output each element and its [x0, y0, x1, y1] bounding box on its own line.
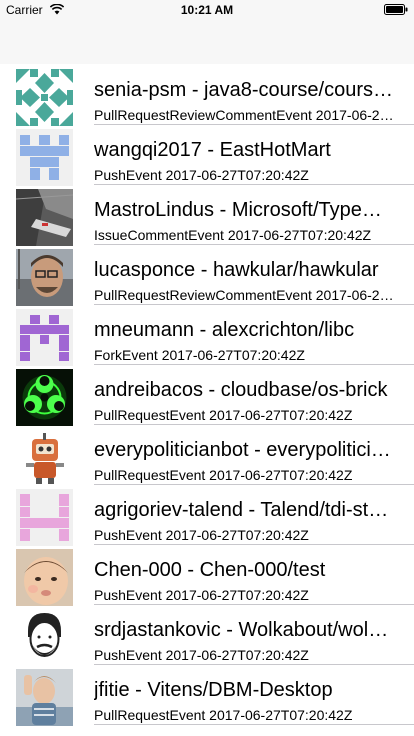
event-row[interactable]: lucasponce - hawkular/hawkular PullReque… — [0, 244, 414, 306]
event-row[interactable]: mneumann - alexcrichton/libc ForkEvent 2… — [0, 304, 414, 366]
status-bar: Carrier 10:21 AM — [0, 0, 414, 20]
avatar — [16, 549, 73, 606]
avatar — [16, 129, 73, 186]
event-row[interactable]: Chen-000 - Chen-000/test PushEvent 2017-… — [0, 544, 414, 606]
event-row[interactable]: srdjastankovic - Wolkabout/wolkabout Pus… — [0, 604, 414, 666]
event-subtitle: PullRequestReviewCommentEvent 2017-06-27… — [94, 287, 394, 303]
everypoliticianbot-avatar — [16, 429, 73, 486]
lucasponce-avatar — [16, 249, 73, 306]
chen-000-avatar — [16, 549, 73, 606]
avatar — [16, 309, 73, 366]
event-subtitle: PullRequestReviewCommentEvent 2017-06-27… — [94, 107, 394, 123]
navigation-bar — [0, 20, 414, 64]
avatar — [16, 489, 73, 546]
event-subtitle: PushEvent 2017-06-27T07:20:42Z — [94, 167, 309, 183]
mastrolindus-avatar — [16, 189, 73, 246]
status-time: 10:21 AM — [180, 3, 234, 17]
avatar — [16, 69, 73, 126]
agrigoriev-talend-avatar — [16, 489, 73, 546]
event-subtitle: ForkEvent 2017-06-27T07:20:42Z — [94, 347, 305, 363]
event-row[interactable]: MastroLindus - Microsoft/TypeScript Issu… — [0, 184, 414, 246]
avatar — [16, 369, 73, 426]
wangqi2017-avatar — [16, 129, 73, 186]
event-row[interactable]: jfitie - Vitens/DBM-Desktop PullRequestE… — [0, 664, 414, 726]
event-subtitle: PushEvent 2017-06-27T07:20:42Z — [94, 587, 309, 603]
mneumann-avatar — [16, 309, 73, 366]
avatar — [16, 669, 73, 726]
event-subtitle: IssueCommentEvent 2017-06-27T07:20:42Z — [94, 227, 372, 243]
jfitie-avatar — [16, 669, 73, 726]
event-title: jfitie - Vitens/DBM-Desktop — [94, 679, 333, 701]
event-row[interactable]: senia-psm - java8-course/courseDemo Pull… — [0, 64, 414, 126]
event-row[interactable]: agrigoriev-talend - Talend/tdi-studio Pu… — [0, 484, 414, 546]
row-separator — [94, 724, 414, 725]
event-subtitle: PullRequestEvent 2017-06-27T07:20:42Z — [94, 467, 353, 483]
event-title: andreibacos - cloudbase/os-brick — [94, 379, 388, 401]
event-title: lucasponce - hawkular/hawkular — [94, 259, 379, 281]
battery-icon — [384, 4, 408, 15]
event-title: agrigoriev-talend - Talend/tdi-studio — [94, 499, 394, 521]
event-row[interactable]: wangqi2017 - EastHotMart PushEvent 2017-… — [0, 124, 414, 186]
avatar — [16, 189, 73, 246]
srdjastankovic-avatar — [16, 609, 73, 666]
event-row[interactable]: andreibacos - cloudbase/os-brick PullReq… — [0, 364, 414, 426]
event-title: Chen-000 - Chen-000/test — [94, 559, 326, 581]
event-subtitle: PushEvent 2017-06-27T07:20:42Z — [94, 527, 309, 543]
avatar — [16, 429, 73, 486]
event-title: wangqi2017 - EastHotMart — [94, 139, 331, 161]
event-title: senia-psm - java8-course/courseDemo — [94, 79, 394, 101]
senia-psm-avatar — [16, 69, 73, 126]
event-subtitle: PullRequestEvent 2017-06-27T07:20:42Z — [94, 407, 353, 423]
event-title: srdjastankovic - Wolkabout/wolkabout — [94, 619, 394, 641]
andreibacos-avatar — [16, 369, 73, 426]
event-subtitle: PushEvent 2017-06-27T07:20:42Z — [94, 647, 309, 663]
event-title: MastroLindus - Microsoft/TypeScript — [94, 199, 394, 221]
event-title: mneumann - alexcrichton/libc — [94, 319, 355, 341]
event-row[interactable]: everypoliticianbot - everypolitician-dat… — [0, 424, 414, 486]
avatar — [16, 249, 73, 306]
event-title: everypoliticianbot - everypolitician-dat… — [94, 439, 394, 461]
avatar — [16, 609, 73, 666]
event-subtitle: PullRequestEvent 2017-06-27T07:20:42Z — [94, 707, 353, 723]
